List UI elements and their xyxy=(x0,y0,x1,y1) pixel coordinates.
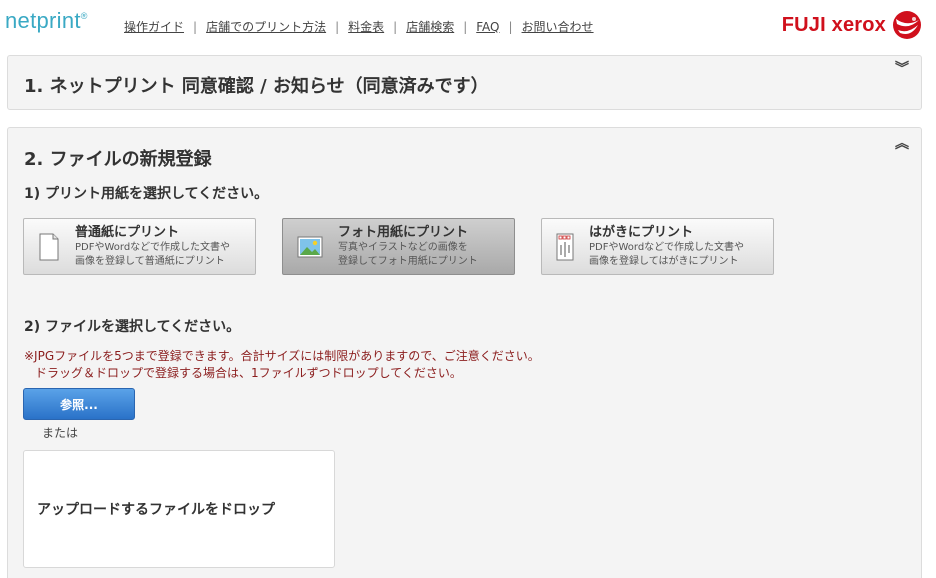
postcard-icon xyxy=(556,233,574,260)
step1-label: 1) プリント用紙を選択してください。 xyxy=(24,186,269,202)
file-drop-zone-label: アップロードするファイルをドロップ xyxy=(37,502,275,518)
plain-paper-option-button[interactable]: 普通紙にプリント PDFやWordなどで作成した文書や 画像を登録して普通紙にプ… xyxy=(23,218,256,275)
agreement-section: 1. ネットプリント 同意確認 / お知らせ（同意済みです） ︾ xyxy=(7,55,922,110)
plain-paper-option-desc: 画像を登録して普通紙にプリント xyxy=(75,255,225,267)
nav-link-contact[interactable]: お問い合わせ xyxy=(522,18,594,35)
or-text: または xyxy=(42,426,79,440)
step2-label: 2) ファイルを選択してください。 xyxy=(24,319,241,335)
nav-link-guide[interactable]: 操作ガイド xyxy=(124,18,184,35)
browse-button[interactable]: 参照... xyxy=(23,388,135,420)
upload-notice-line: ※JPGファイルを5つまで登録できます。合計サイズには制限がありますので、ご注意… xyxy=(24,349,540,363)
postcard-option-title: はがきにプリント xyxy=(589,224,694,240)
photo-icon xyxy=(297,236,323,257)
top-nav: 操作ガイド | 店舗でのプリント方法 | 料金表 | 店舗検索 | FAQ | … xyxy=(124,18,594,35)
document-icon xyxy=(39,233,59,260)
file-registration-section: 2. ファイルの新規登録 ︽ 1) プリント用紙を選択してください。 普通紙にプ… xyxy=(7,127,922,578)
postcard-option-desc: 画像を登録してはがきにプリント xyxy=(589,255,739,267)
header: netprint® 操作ガイド | 店舗でのプリント方法 | 料金表 | 店舗検… xyxy=(0,0,936,50)
file-registration-section-title: 2. ファイルの新規登録 xyxy=(24,149,212,170)
nav-link-store-search[interactable]: 店舗検索 xyxy=(406,18,454,35)
nav-link-store-print[interactable]: 店舗でのプリント方法 xyxy=(206,18,326,35)
agreement-section-title[interactable]: 1. ネットプリント 同意確認 / お知らせ（同意済みです） xyxy=(24,72,489,98)
plain-paper-option-desc: PDFやWordなどで作成した文書や xyxy=(75,241,230,253)
postcard-option-button[interactable]: はがきにプリント PDFやWordなどで作成した文書や 画像を登録してはがきにプ… xyxy=(541,218,774,275)
photo-paper-option-button[interactable]: フォト用紙にプリント 写真やイラストなどの画像を 登録してフォト用紙にプリント xyxy=(282,218,515,275)
upload-notice-line: ドラッグ＆ドロップで登録する場合は、1ファイルずつドロップしてください。 xyxy=(35,366,462,380)
fujixerox-logo: FUJI xerox xyxy=(782,10,922,40)
file-drop-zone[interactable]: アップロードするファイルをドロップ xyxy=(23,450,335,568)
plain-paper-option-title: 普通紙にプリント xyxy=(75,224,180,240)
netprint-logo[interactable]: netprint® xyxy=(5,8,88,34)
upload-notice: ※JPGファイルを5つまで登録できます。合計サイズには制限がありますので、ご注意… xyxy=(24,348,540,382)
photo-paper-option-desc: 登録してフォト用紙にプリント xyxy=(338,255,478,267)
nav-link-price[interactable]: 料金表 xyxy=(348,18,384,35)
photo-paper-option-desc: 写真やイラストなどの画像を xyxy=(338,241,468,253)
postcard-option-desc: PDFやWordなどで作成した文書や xyxy=(589,241,744,253)
photo-paper-option-title: フォト用紙にプリント xyxy=(338,224,469,240)
fujixerox-sphere-icon xyxy=(893,11,921,39)
nav-link-faq[interactable]: FAQ xyxy=(476,20,499,34)
chevron-up-icon[interactable]: ︽ xyxy=(895,137,909,151)
chevron-down-icon[interactable]: ︾ xyxy=(895,62,909,76)
